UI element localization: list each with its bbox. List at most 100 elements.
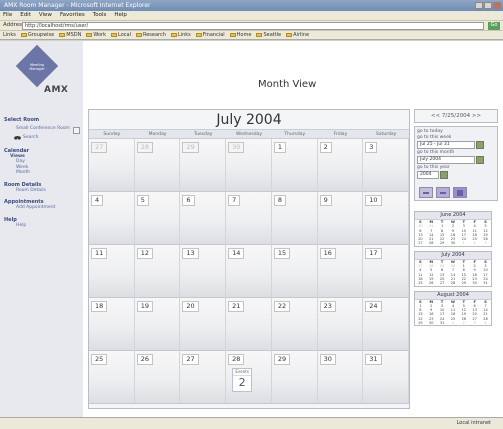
- search-link[interactable]: Search: [4, 135, 80, 140]
- link-research[interactable]: Research: [135, 31, 166, 39]
- day-number[interactable]: 1: [273, 142, 286, 153]
- day-number[interactable]: 8: [273, 195, 286, 206]
- day-cell[interactable]: 20: [180, 298, 227, 351]
- day-cell[interactable]: 23: [317, 298, 364, 351]
- day-number[interactable]: 23: [319, 301, 336, 312]
- day-cell[interactable]: 2: [317, 139, 364, 192]
- day-number[interactable]: 30: [228, 142, 245, 153]
- add-appointment-link[interactable]: Add Appointment: [4, 205, 80, 211]
- dropdown-arrow-icon[interactable]: [476, 141, 484, 149]
- address-input[interactable]: http://localhost/rms/user/: [22, 22, 484, 30]
- link-financial[interactable]: Financial: [195, 31, 225, 39]
- day-number[interactable]: 11: [91, 248, 108, 259]
- day-number[interactable]: 26: [136, 354, 153, 365]
- month-view-button[interactable]: [453, 187, 467, 198]
- menu-view[interactable]: View: [39, 11, 52, 20]
- day-cell[interactable]: 11: [89, 245, 135, 298]
- mini-calendar-title[interactable]: July 2004: [415, 251, 491, 260]
- maximize-button[interactable]: [484, 2, 492, 9]
- room-details-link[interactable]: Room Details: [4, 188, 80, 194]
- day-cell[interactable]: 13: [180, 245, 227, 298]
- day-number[interactable]: 18: [91, 301, 108, 312]
- day-number[interactable]: 2: [319, 142, 332, 153]
- day-cell[interactable]: 30: [317, 351, 364, 404]
- link-local[interactable]: Local: [111, 31, 131, 39]
- minimize-button[interactable]: [475, 2, 483, 9]
- year-select[interactable]: 2004: [417, 171, 448, 179]
- day-cell[interactable]: 4: [89, 192, 135, 245]
- day-number[interactable]: 30: [319, 354, 336, 365]
- dropdown-arrow-icon[interactable]: [476, 156, 484, 164]
- day-cell[interactable]: 9: [317, 192, 364, 245]
- day-number[interactable]: 7: [228, 195, 241, 206]
- day-cell[interactable]: 29: [271, 351, 318, 404]
- day-cell[interactable]: 28: [134, 139, 181, 192]
- day-cell[interactable]: 21: [226, 298, 272, 351]
- week-select[interactable]: Jul 25 - Jul 31: [417, 141, 484, 149]
- dropdown-arrow-icon[interactable]: [440, 171, 448, 179]
- menu-help[interactable]: Help: [114, 11, 127, 20]
- day-number[interactable]: 3: [365, 142, 378, 153]
- day-cell[interactable]: 30: [226, 139, 272, 192]
- room-item[interactable]: Small Conference Room: [4, 126, 80, 132]
- link-groupwise[interactable]: Groupwise: [20, 31, 54, 39]
- day-number[interactable]: 19: [136, 301, 153, 312]
- day-cell[interactable]: 28 Events 2: [226, 351, 272, 404]
- day-cell[interactable]: 24: [363, 298, 409, 351]
- link-home[interactable]: Home: [229, 31, 251, 39]
- day-cell[interactable]: 1: [271, 139, 318, 192]
- view-month-link[interactable]: Month: [4, 170, 80, 176]
- day-cell[interactable]: 19: [134, 298, 181, 351]
- day-view-button[interactable]: [419, 187, 433, 198]
- day-number[interactable]: 27: [182, 354, 199, 365]
- date-navigator[interactable]: << 7/25/2004 >>: [414, 109, 498, 123]
- month-select[interactable]: July 2004: [417, 156, 484, 164]
- help-link[interactable]: Help: [4, 223, 80, 229]
- mini-calendar-title[interactable]: August 2004: [415, 291, 491, 300]
- events-indicator[interactable]: Events 2: [232, 368, 253, 392]
- day-cell[interactable]: 10: [363, 192, 409, 245]
- link-seattle[interactable]: Seattle: [256, 31, 281, 39]
- day-number[interactable]: 13: [182, 248, 199, 259]
- day-number[interactable]: 17: [365, 248, 382, 259]
- mini-calendar-title[interactable]: June 2004: [415, 212, 491, 220]
- day-cell[interactable]: 12: [134, 245, 181, 298]
- day-cell[interactable]: 14: [226, 245, 272, 298]
- day-number[interactable]: 20: [182, 301, 199, 312]
- go-button[interactable]: Go: [488, 22, 500, 30]
- link-airline[interactable]: Airline: [286, 31, 309, 39]
- day-cell[interactable]: 3: [363, 139, 409, 192]
- day-cell[interactable]: 18: [89, 298, 135, 351]
- day-cell[interactable]: 16: [317, 245, 364, 298]
- week-view-button[interactable]: [436, 187, 450, 198]
- day-cell[interactable]: 26: [134, 351, 181, 404]
- day-number[interactable]: 9: [319, 195, 332, 206]
- day-cell[interactable]: 7: [226, 192, 272, 245]
- menu-edit[interactable]: Edit: [20, 11, 31, 20]
- day-cell[interactable]: 8: [271, 192, 318, 245]
- day-number[interactable]: 28: [228, 354, 245, 365]
- day-cell[interactable]: 31: [363, 351, 409, 404]
- day-cell[interactable]: 6: [180, 192, 227, 245]
- day-cell[interactable]: 27: [89, 139, 135, 192]
- day-number[interactable]: 6: [182, 195, 195, 206]
- day-number[interactable]: 25: [91, 354, 108, 365]
- day-number[interactable]: 27: [91, 142, 108, 153]
- day-number[interactable]: 21: [228, 301, 245, 312]
- day-number[interactable]: 12: [136, 248, 153, 259]
- day-number[interactable]: 14: [228, 248, 245, 259]
- day-cell[interactable]: 17: [363, 245, 409, 298]
- day-cell[interactable]: 5: [134, 192, 181, 245]
- close-button[interactable]: [493, 2, 501, 9]
- day-number[interactable]: 28: [136, 142, 153, 153]
- day-number[interactable]: 4: [91, 195, 104, 206]
- day-number[interactable]: 5: [136, 195, 149, 206]
- day-number[interactable]: 29: [182, 142, 199, 153]
- day-cell[interactable]: 15: [271, 245, 318, 298]
- room-list-scroll[interactable]: [73, 127, 80, 134]
- menu-file[interactable]: File: [3, 11, 12, 20]
- day-cell[interactable]: 22: [271, 298, 318, 351]
- day-number[interactable]: 31: [365, 354, 382, 365]
- menu-favorites[interactable]: Favorites: [60, 11, 85, 20]
- day-number[interactable]: 15: [273, 248, 291, 259]
